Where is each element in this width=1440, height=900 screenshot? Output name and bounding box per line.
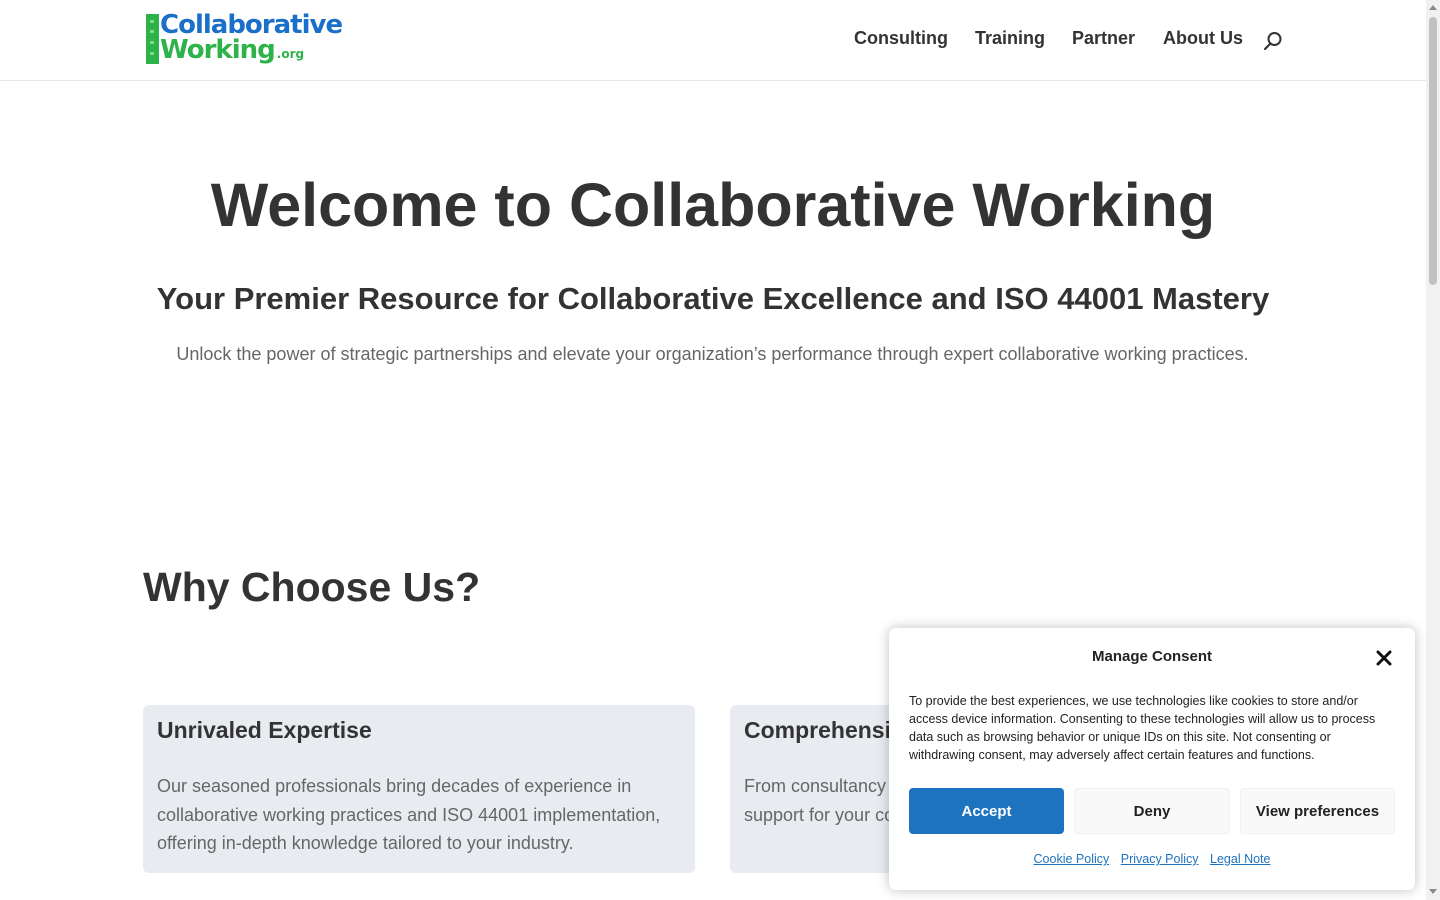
- scrollbar-thumb[interactable]: [1429, 17, 1437, 285]
- nav-item-consulting[interactable]: Consulting: [854, 28, 948, 49]
- section-title-why: Why Choose Us?: [143, 564, 481, 610]
- consent-links: Cookie Policy Privacy Policy Legal Note: [889, 852, 1415, 866]
- consent-dialog: Manage Consent To provide the best exper…: [889, 628, 1415, 890]
- deny-button[interactable]: Deny: [1074, 788, 1230, 834]
- scroll-up-arrow-icon[interactable]: [1429, 5, 1437, 10]
- hero-text: Unlock the power of strategic partnershi…: [176, 344, 1249, 364]
- view-preferences-button[interactable]: View preferences: [1240, 788, 1395, 834]
- scroll-down-arrow-icon[interactable]: [1429, 889, 1437, 894]
- nav-item-partner[interactable]: Partner: [1072, 28, 1135, 49]
- nav-item-training[interactable]: Training: [975, 28, 1045, 49]
- main-nav: Consulting Training Partner About Us: [0, 28, 1426, 52]
- nav-item-about-us[interactable]: About Us: [1163, 28, 1243, 49]
- legal-note-link[interactable]: Legal Note: [1210, 852, 1270, 866]
- search-icon[interactable]: [1263, 31, 1283, 51]
- feature-card-expertise: Unrivaled Expertise Our seasoned profess…: [143, 705, 695, 873]
- cookie-policy-link[interactable]: Cookie Policy: [1034, 852, 1110, 866]
- accept-button[interactable]: Accept: [909, 788, 1064, 834]
- feature-card-text: Our seasoned professionals bring decades…: [157, 776, 661, 853]
- site-header: Collaborative Working .org Consulting Tra…: [0, 0, 1426, 81]
- consent-message: To provide the best experiences, we use …: [909, 694, 1376, 762]
- feature-card-title: Unrivaled Expertise: [157, 717, 372, 743]
- consent-title: Manage Consent: [1091, 648, 1212, 665]
- page-scrollbar[interactable]: [1426, 0, 1440, 900]
- hero-title: Welcome to Collaborative Working: [210, 171, 1216, 239]
- hero-subtitle: Your Premier Resource for Collaborative …: [156, 281, 1270, 316]
- close-icon[interactable]: [1373, 647, 1395, 669]
- privacy-policy-link[interactable]: Privacy Policy: [1121, 852, 1199, 866]
